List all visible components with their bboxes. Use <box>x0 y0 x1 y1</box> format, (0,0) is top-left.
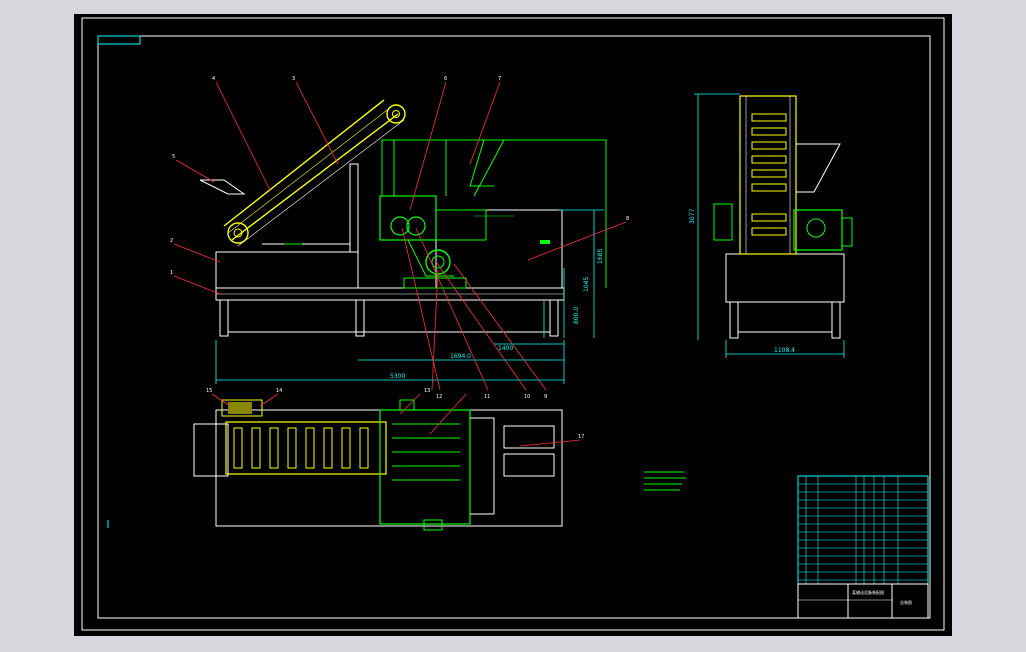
title-block: 某输送设备装配图 总装图 <box>797 475 929 619</box>
dim-front-height: 1685 <box>597 249 604 264</box>
dim-right-width: 1400 <box>498 345 513 352</box>
svg-text:17: 17 <box>578 434 584 440</box>
svg-text:5: 5 <box>172 154 175 160</box>
outer-frame <box>81 17 945 631</box>
svg-text:7: 7 <box>498 76 501 82</box>
svg-text:6: 6 <box>444 76 447 82</box>
dim-side-width: 1108.4 <box>774 347 795 354</box>
dim-frame-height: 800.0 <box>573 307 580 324</box>
svg-text:11: 11 <box>484 394 490 400</box>
svg-text:8: 8 <box>626 216 629 222</box>
title-block-sheet: 总装图 <box>900 599 912 605</box>
svg-text:14: 14 <box>276 388 282 394</box>
svg-text:12: 12 <box>436 394 442 400</box>
drawing-sheet: 5300 1694.0 1400 1685 1045 800.0 4 3 5 2 <box>74 14 952 636</box>
top-view: 15 14 17 <box>193 388 584 531</box>
dim-mid-width: 1694.0 <box>450 353 471 360</box>
conveyor-base <box>215 251 359 289</box>
svg-text:15: 15 <box>206 388 212 394</box>
title-block-name: 某输送设备装配图 <box>852 589 884 595</box>
side-view: 3077 1108.4 <box>689 93 853 358</box>
dim-side-height: 3077 <box>689 209 696 224</box>
svg-text:4: 4 <box>212 76 215 82</box>
corner-tag <box>97 35 141 45</box>
svg-text:2: 2 <box>170 238 173 244</box>
cad-drawing: 5300 1694.0 1400 1685 1045 800.0 4 3 5 2 <box>81 17 945 631</box>
svg-text:10: 10 <box>524 394 530 400</box>
svg-text:3: 3 <box>292 76 295 82</box>
front-dimensions <box>215 209 604 384</box>
front-view: 5300 1694.0 1400 1685 1045 800.0 4 3 5 2 <box>170 76 629 400</box>
svg-text:1: 1 <box>170 270 173 276</box>
inner-frame <box>97 35 931 619</box>
svg-text:9: 9 <box>544 394 547 400</box>
inclined-conveyor <box>199 99 406 247</box>
dim-total-width: 5300 <box>390 373 405 380</box>
part-number-labels: 4 3 5 2 1 6 7 8 9 10 11 12 13 <box>170 76 629 400</box>
svg-text:13: 13 <box>424 388 430 394</box>
dim-mid-height: 1045 <box>583 277 590 292</box>
crusher-assembly <box>379 139 607 289</box>
